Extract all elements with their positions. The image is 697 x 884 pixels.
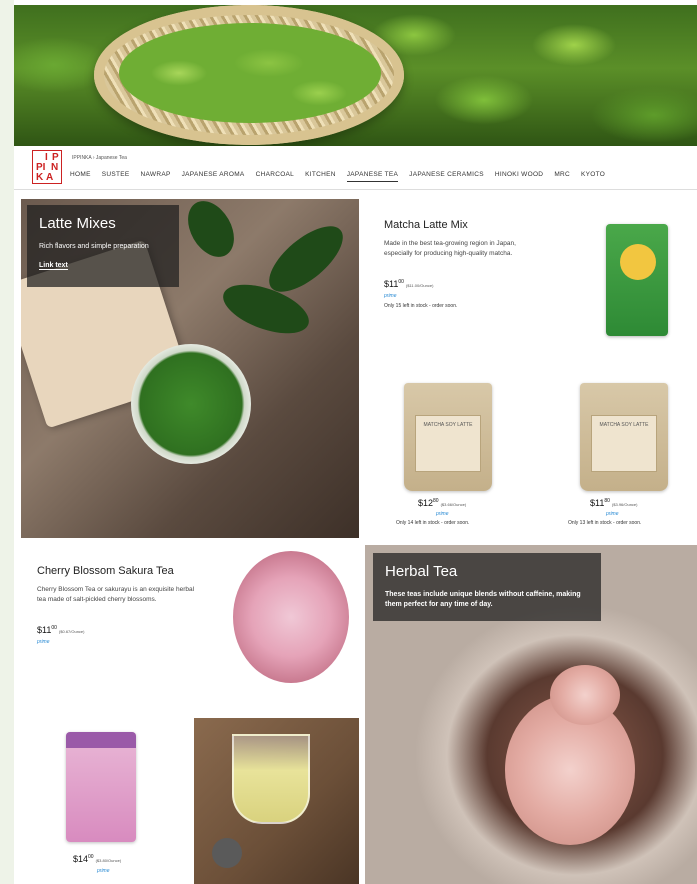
product-price: $1180($3.96/Ounce) — [590, 498, 638, 508]
nav-item-charcoal[interactable]: CHARCOAL — [256, 171, 295, 182]
product-price: $1100($11.00/Ounce) — [384, 279, 433, 289]
leaf-image — [258, 214, 354, 304]
nav-item-sustee[interactable]: SUSTEE — [102, 171, 130, 182]
nav-item-japanese-aroma[interactable]: JAPANESE AROMA — [182, 171, 245, 182]
price-unit: ($0.67/Ounce) — [58, 629, 85, 634]
prime-badge: prime — [97, 868, 110, 874]
price-cents: 80 — [433, 498, 439, 504]
price-whole: 12 — [423, 498, 434, 508]
latte-link[interactable]: Link text — [39, 262, 68, 270]
prime-badge: prime — [384, 293, 397, 299]
price-cents: 00 — [88, 854, 94, 860]
logo-letter: K — [36, 172, 44, 183]
nav-item-kyoto[interactable]: KYOTO — [581, 171, 605, 182]
product-card[interactable]: $1400($3.80/Ounce) prime — [21, 718, 191, 884]
tea-canister-image[interactable] — [66, 732, 136, 842]
product-title[interactable]: Cherry Blossom Sakura Tea — [37, 565, 174, 577]
price-unit: ($11.00/Ounce) — [405, 283, 434, 288]
product-card[interactable]: MATCHA SOY LATTE $1180($3.96/Ounce) prim… — [536, 373, 697, 537]
store-navigation: I P PI N K A IPPINKA › Japanese Tea HOME… — [14, 146, 697, 190]
product-price: $1280($3.66/Ounce) — [418, 498, 466, 508]
product-title[interactable]: Matcha Latte Mix — [384, 219, 468, 231]
prime-badge: prime — [37, 639, 50, 645]
herbal-title: Herbal Tea — [385, 563, 458, 580]
price-unit: ($3.96/Ounce) — [611, 502, 638, 507]
stock-status: Only 13 left in stock - order soon. — [568, 520, 642, 526]
nav-item-nawrap[interactable]: NAWRAP — [141, 171, 171, 182]
canister-lid — [66, 732, 136, 748]
nav-item-mrc[interactable]: MRC — [554, 171, 570, 182]
matcha-cup-image — [131, 344, 251, 464]
latte-mixes-image[interactable]: Latte Mixes Rich flavors and simple prep… — [21, 199, 359, 538]
tea-glass — [232, 734, 310, 824]
soy-latte-pouch-image[interactable]: MATCHA SOY LATTE — [580, 383, 668, 491]
page: I P PI N K A IPPINKA › Japanese Tea HOME… — [14, 0, 697, 884]
price-unit: ($3.66/Ounce) — [440, 502, 467, 507]
price-unit: ($3.80/Ounce) — [95, 858, 122, 863]
price-cents: 00 — [51, 625, 57, 631]
price-cents: 80 — [604, 498, 610, 504]
nav-item-japanese-tea[interactable]: JAPANESE TEA — [346, 171, 399, 182]
nav-item-kitchen[interactable]: KITCHEN — [305, 171, 336, 182]
blossom-image — [550, 665, 620, 725]
matcha-package-image[interactable] — [606, 224, 668, 336]
herbal-tea-image[interactable]: Herbal Tea These teas include unique ble… — [365, 545, 697, 884]
tea-leaves-image — [119, 23, 381, 123]
prime-badge: prime — [606, 511, 619, 517]
nav-menu: HOME SUSTEE NAWRAP JAPANESE AROMA CHARCO… — [70, 171, 605, 182]
spoon-image — [212, 838, 242, 868]
product-price: $1100($0.67/Ounce) — [37, 625, 85, 635]
hero-banner — [14, 5, 697, 146]
latte-text: Rich flavors and simple preparation — [39, 243, 149, 250]
nav-item-japanese-ceramics[interactable]: JAPANESE CERAMICS — [409, 171, 484, 182]
product-description: Cherry Blossom Tea or sakurayu is an exq… — [37, 586, 195, 603]
breadcrumb-current: Japanese Tea — [95, 155, 127, 161]
soy-latte-pouch-image[interactable]: MATCHA SOY LATTE — [404, 383, 492, 491]
brand-logo[interactable]: I P PI N K A — [32, 150, 62, 184]
sakura-jar-image[interactable] — [233, 551, 349, 683]
price-whole: 14 — [78, 854, 89, 864]
nav-item-home[interactable]: HOME — [70, 171, 91, 182]
product-card[interactable]: MATCHA SOY LATTE $1280($3.66/Ounce) prim… — [366, 373, 528, 537]
herbal-overlay: Herbal Tea These teas include unique ble… — [373, 553, 601, 621]
matcha-product-card[interactable]: Matcha Latte Mix Made in the best tea-gr… — [366, 199, 697, 365]
price-whole: 11 — [42, 625, 52, 635]
nav-item-hinoki-wood[interactable]: HINOKI WOOD — [495, 171, 543, 182]
herbal-text: These teas include unique blends without… — [385, 591, 581, 608]
pouch-label: MATCHA SOY LATTE — [590, 415, 658, 472]
product-price: $1400($3.80/Ounce) — [73, 854, 121, 864]
breadcrumb-separator: › — [92, 155, 95, 161]
latte-overlay: Latte Mixes Rich flavors and simple prep… — [27, 205, 179, 287]
stock-status: Only 14 left in stock - order soon. — [396, 520, 470, 526]
price-whole: 11 — [595, 498, 605, 508]
prime-badge: prime — [436, 511, 449, 517]
logo-letter: A — [46, 172, 54, 183]
tea-glass-image[interactable] — [194, 718, 359, 884]
stock-status: Only 15 left in stock - order soon. — [384, 303, 458, 309]
breadcrumb-store[interactable]: IPPINKA — [72, 155, 91, 161]
pouch-label: MATCHA SOY LATTE — [414, 415, 482, 472]
cherry-blossom-product-card[interactable]: Cherry Blossom Sakura Tea Cherry Blossom… — [21, 545, 359, 711]
latte-title: Latte Mixes — [39, 215, 116, 232]
package-emblem — [620, 244, 656, 280]
breadcrumb: IPPINKA › Japanese Tea — [72, 155, 127, 161]
price-whole: 11 — [389, 279, 399, 289]
leaf-image — [178, 199, 244, 265]
product-description: Made in the best tea-growing region in J… — [384, 240, 516, 257]
logo-letter: I — [45, 152, 48, 163]
price-cents: 00 — [398, 279, 404, 285]
